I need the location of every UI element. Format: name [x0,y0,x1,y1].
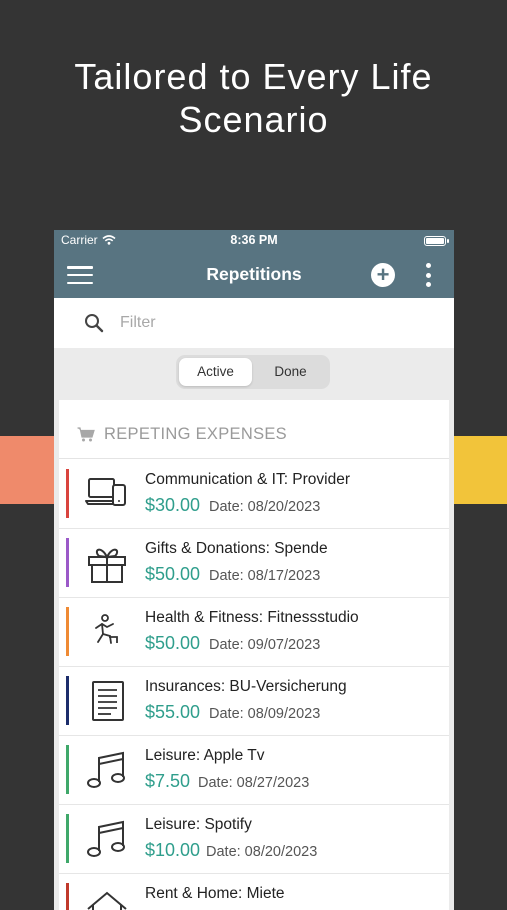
music-note-icon [87,820,125,857]
music-note-icon [87,751,125,788]
status-segmented-control: Active Done [176,355,330,389]
category-color-bar [66,814,69,863]
expense-amount: $30.00 [145,495,201,515]
expense-date: Date: 09/07/2023 [209,637,321,653]
expense-date: Date: 08/20/2023 [209,499,321,515]
expense-title: Leisure: Spotify [145,816,252,833]
category-color-bar [66,676,69,725]
category-color-bar [66,607,69,656]
expense-amount: $10.00 [145,840,201,860]
search-input[interactable] [120,311,420,335]
status-time: 8:36 PM [230,233,278,247]
category-color-bar [66,745,69,794]
segment-done[interactable]: Done [254,358,327,386]
category-color-bar [66,883,69,910]
expense-row[interactable]: Rent & Home: Miete [59,873,449,910]
expense-row[interactable]: Gifts & Donations: Spende $50.00 Date: 0… [59,528,449,598]
expense-title: Health & Fitness: Fitnessstudio [145,609,359,626]
expense-amount: $50.00 [145,633,201,653]
expense-date: Date: 08/20/2023 [206,844,318,860]
expense-amount: $50.00 [145,564,201,584]
document-icon [92,681,124,721]
expense-row[interactable]: Leisure: Spotify $10.00 Date: 08/20/2023 [59,804,449,874]
section-header: REPETING EXPENSES [59,400,449,459]
search-icon [85,314,104,333]
headline-line-2: Scenario [178,99,329,140]
fitness-icon [95,614,118,644]
expense-title: Insurances: BU-Versicherung [145,678,347,695]
expense-amount: $7.50 [145,771,191,791]
expense-row[interactable]: Leisure: Apple Tv $7.50 Date: 08/27/2023 [59,735,449,805]
category-color-bar [66,469,69,518]
expense-date: Date: 08/09/2023 [209,706,321,722]
expense-row[interactable]: Health & Fitness: Fitnessstudio $50.00 D… [59,597,449,667]
search-bar [54,298,454,348]
decorative-band-right [450,436,507,504]
expense-title: Communication & IT: Provider [145,471,351,488]
house-icon [87,891,127,910]
expense-title: Gifts & Donations: Spende [145,540,328,557]
expense-title: Leisure: Apple Tv [145,747,265,764]
phone-screen: Carrier 8:36 PM Repetitions + Active Don… [54,230,454,910]
decorative-band-left [0,436,60,504]
more-vertical-icon[interactable] [423,261,433,289]
expense-date: Date: 08/17/2023 [209,568,321,584]
cart-icon [77,427,95,442]
expense-amount: $55.00 [145,702,201,722]
expenses-card: REPETING EXPENSES Communication & IT: Pr… [59,400,449,910]
expense-date: Date: 08/27/2023 [198,775,310,791]
section-title: REPETING EXPENSES [104,425,287,443]
expense-row[interactable]: Communication & IT: Provider $30.00 Date… [59,459,449,529]
app-bar: Carrier 8:36 PM Repetitions + [54,230,454,298]
headline: Tailored to Every Life Scenario [0,55,507,141]
segment-active[interactable]: Active [179,358,252,386]
plus-circle-icon[interactable]: + [371,263,395,287]
headline-line-1: Tailored to Every Life [74,56,433,97]
expense-row[interactable]: Insurances: BU-Versicherung $55.00 Date:… [59,666,449,736]
devices-icon [85,478,126,506]
battery-icon [424,236,449,246]
expense-title: Rent & Home: Miete [145,885,285,902]
category-color-bar [66,538,69,587]
gift-icon [88,548,126,583]
